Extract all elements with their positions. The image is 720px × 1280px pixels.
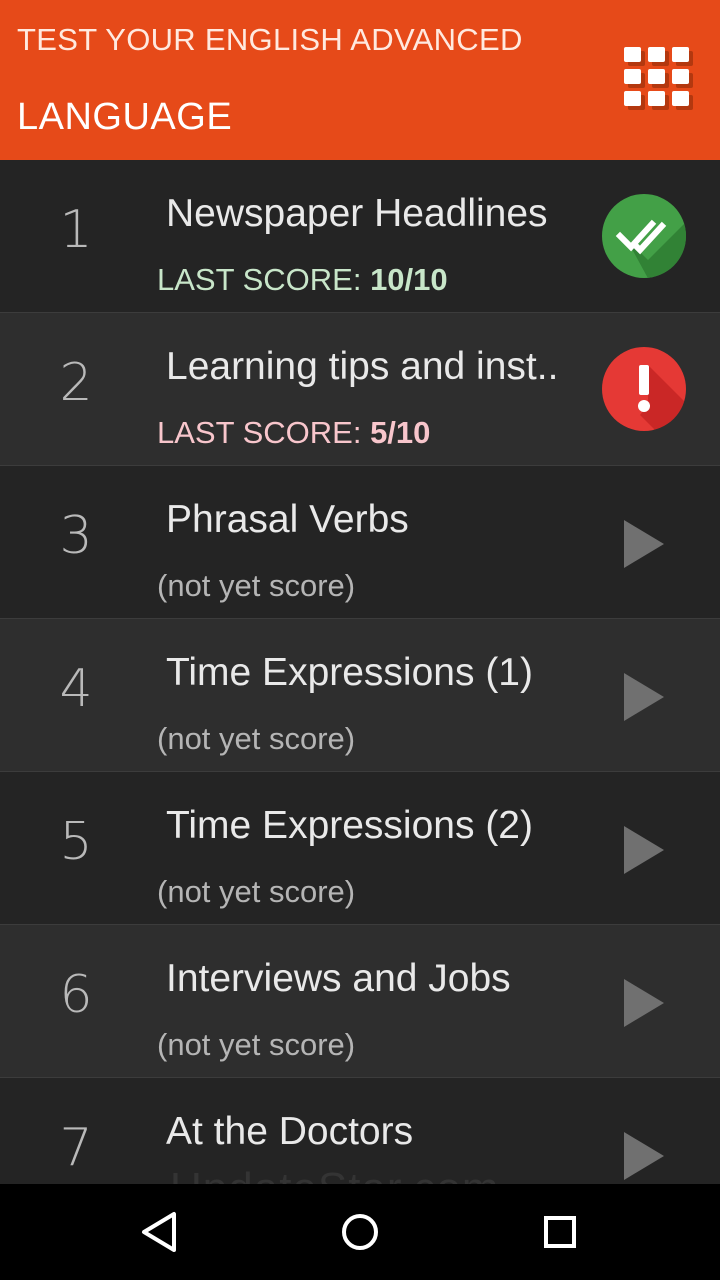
play-icon: [624, 1132, 664, 1180]
lesson-row-1[interactable]: 1 Newspaper Headlines LAST SCORE: 10/10: [0, 160, 720, 313]
play-button[interactable]: [622, 1130, 666, 1182]
lesson-score: (not yet score): [157, 721, 356, 756]
lesson-title: Time Expressions (1): [166, 651, 533, 694]
play-button[interactable]: [622, 977, 666, 1029]
app-title: TEST YOUR ENGLISH ADVANCED: [17, 22, 523, 57]
lesson-title: Time Expressions (2): [166, 804, 533, 847]
lesson-number: 4: [59, 659, 93, 719]
grid-icon: [624, 47, 693, 110]
play-icon: [624, 673, 664, 721]
score-label: LAST SCORE:: [157, 262, 362, 297]
home-button[interactable]: [336, 1208, 384, 1256]
exclamation-icon: [602, 347, 686, 431]
play-button[interactable]: [622, 824, 666, 876]
lesson-row-6[interactable]: 6 Interviews and Jobs (not yet score): [0, 925, 720, 1078]
lesson-number: 1: [59, 200, 93, 260]
lesson-score: LAST SCORE: 10/10: [157, 262, 448, 298]
lesson-number: 2: [59, 353, 93, 413]
grid-menu-button[interactable]: [620, 44, 700, 120]
system-navigation-bar: [0, 1184, 720, 1280]
play-icon: [624, 826, 664, 874]
lesson-row-2[interactable]: 2 Learning tips and inst.. LAST SCORE: 5…: [0, 313, 720, 466]
double-check-icon: [602, 194, 686, 278]
back-button[interactable]: [136, 1208, 184, 1256]
score-value: 10/10: [370, 262, 448, 297]
lesson-title: At the Doctors: [166, 1110, 414, 1153]
play-icon: [624, 979, 664, 1027]
lesson-number: 3: [59, 506, 93, 566]
lesson-score: (not yet score): [157, 568, 356, 603]
lesson-title: Interviews and Jobs: [166, 957, 511, 1000]
lesson-number: 6: [59, 965, 93, 1025]
lesson-row-3[interactable]: 3 Phrasal Verbs (not yet score): [0, 466, 720, 619]
play-icon: [624, 520, 664, 568]
lesson-score: LAST SCORE: 5/10: [157, 415, 430, 451]
score-value: 5/10: [370, 415, 431, 450]
lesson-row-4[interactable]: 4 Time Expressions (1) (not yet score): [0, 619, 720, 772]
score-label: LAST SCORE:: [157, 415, 362, 450]
home-circle-icon: [342, 1214, 378, 1250]
lesson-score: (not yet score): [157, 874, 356, 909]
lesson-number: 7: [59, 1118, 93, 1178]
recents-square-icon: [544, 1216, 576, 1248]
play-button[interactable]: [622, 671, 666, 723]
lesson-list: 1 Newspaper Headlines LAST SCORE: 10/10 …: [0, 160, 720, 1184]
passed-status-button[interactable]: [600, 192, 688, 280]
lesson-title: Newspaper Headlines: [166, 192, 548, 235]
app-header: TEST YOUR ENGLISH ADVANCED LANGUAGE: [0, 0, 720, 160]
lesson-title: Learning tips and inst..: [166, 345, 559, 388]
section-title: LANGUAGE: [17, 96, 233, 138]
lesson-title: Phrasal Verbs: [166, 498, 409, 541]
recents-button[interactable]: [536, 1208, 584, 1256]
play-button[interactable]: [622, 518, 666, 570]
lesson-score: (not yet score): [157, 1027, 356, 1062]
back-triangle-icon: [142, 1212, 176, 1252]
lesson-row-5[interactable]: 5 Time Expressions (2) (not yet score): [0, 772, 720, 925]
lesson-number: 5: [59, 812, 93, 872]
failed-status-button[interactable]: [600, 345, 688, 433]
watermark: UpdateStar.com: [170, 1164, 500, 1184]
